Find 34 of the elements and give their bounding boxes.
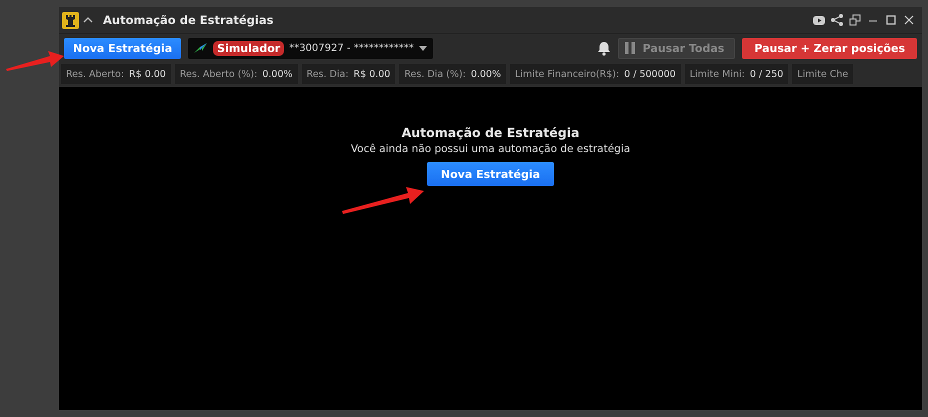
close-icon[interactable] bbox=[902, 13, 916, 27]
stat-value: 0 / 500000 bbox=[624, 68, 676, 80]
empty-state-title: Automação de Estratégia bbox=[402, 125, 580, 140]
stat-label: Res. Aberto: bbox=[66, 68, 124, 80]
bell-icon[interactable] bbox=[596, 40, 611, 56]
dropdown-caret-icon bbox=[418, 46, 427, 50]
stat-label: Limite Che bbox=[797, 68, 848, 80]
collapse-icon[interactable] bbox=[83, 15, 93, 25]
rook-logo-icon bbox=[62, 12, 79, 28]
stat-value: 0.00% bbox=[470, 68, 501, 80]
stat-label: Res. Dia: bbox=[306, 68, 349, 80]
stat-value: 0.00% bbox=[262, 68, 293, 80]
window-title: Automação de Estratégias bbox=[103, 13, 274, 27]
popout-icon[interactable] bbox=[848, 13, 862, 27]
new-strategy-button[interactable]: Nova Estratégia bbox=[64, 38, 182, 58]
stat-label: Limite Financeiro(R$): bbox=[515, 68, 620, 80]
stat-value: 0 / 250 bbox=[750, 68, 784, 80]
pause-reset-button[interactable]: Pausar + Zerar posições bbox=[742, 38, 917, 58]
new-strategy-button[interactable]: Nova Estratégia bbox=[426, 162, 554, 186]
maximize-icon[interactable] bbox=[884, 13, 898, 27]
stat-label: Res. Dia (%): bbox=[404, 68, 466, 80]
annotation-arrow bbox=[6, 50, 64, 72]
stat-label: Res. Aberto (%): bbox=[180, 68, 258, 80]
stat-value: R$ 0.00 bbox=[129, 68, 166, 80]
pause-icon bbox=[624, 42, 635, 54]
stat-label: Limite Mini: bbox=[690, 68, 745, 80]
lightning-icon bbox=[194, 42, 208, 54]
stat-value: R$ 0.00 bbox=[354, 68, 390, 80]
simulator-badge: Simulador bbox=[213, 40, 284, 56]
share-icon[interactable] bbox=[830, 13, 844, 27]
account-number: **3007927 - ************ bbox=[289, 42, 414, 54]
account-selector[interactable]: Simulador **3007927 - ************ bbox=[188, 38, 433, 58]
empty-state-message: Você ainda não possui uma automação de estratégia bbox=[350, 143, 630, 155]
video-icon[interactable] bbox=[812, 13, 826, 27]
